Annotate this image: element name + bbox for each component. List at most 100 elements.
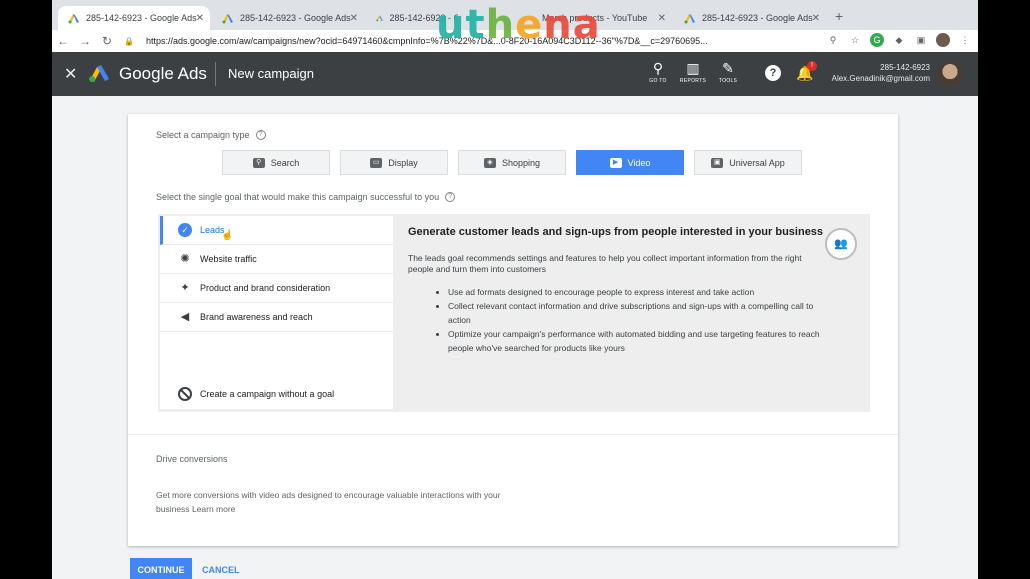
extension-green-icon[interactable]: G [870, 33, 884, 47]
close-tab-icon[interactable]: ✕ [196, 13, 204, 24]
campaign-type-label: Select a campaign type [156, 130, 250, 140]
google-ads-logo-icon [89, 65, 109, 82]
google-ads-favicon-icon [68, 14, 79, 24]
close-tab-icon[interactable]: ✕ [812, 13, 820, 24]
display-icon: ▭ [370, 157, 383, 168]
type-tab-universal-app[interactable]: ▣ Universal App [694, 150, 802, 175]
google-ads-favicon-icon [376, 15, 383, 22]
goal-item-website-traffic[interactable]: ✺ Website traffic [160, 245, 393, 274]
forward-icon[interactable]: → [74, 34, 96, 48]
people-group-icon: 👥 [825, 228, 857, 260]
check-circle-icon: ✓ [178, 223, 192, 237]
type-tab-label: Universal App [729, 157, 785, 168]
tab-title: 285-142-6923 - Google Ads [240, 13, 351, 23]
goal-detail-bullet: Collect relevant contact information and… [448, 299, 828, 327]
avatar[interactable] [938, 62, 962, 86]
tab-title: 285-142-6923 - Google Ads [702, 13, 813, 23]
lock-icon: 🔒 [124, 36, 134, 46]
goal-item-label: Website traffic [200, 254, 257, 264]
header-divider [215, 62, 216, 86]
help-circle-icon[interactable]: ? [445, 192, 456, 202]
goal-list: ✓ Leads ☝ ✺ Website traffic ✦ Product an… [160, 216, 393, 389]
shopping-tag-icon: ◈ [483, 157, 496, 168]
right-black-bar [978, 0, 1030, 579]
type-tab-video[interactable]: ▶ Video [576, 150, 684, 175]
goal-detail: Generate customer leads and sign-ups fro… [408, 226, 853, 355]
url-field[interactable]: https://ads.google.com/aw/campaigns/new?… [146, 36, 708, 46]
goal-detail-title: Generate customer leads and sign-ups fro… [408, 226, 824, 238]
goto-button[interactable]: ⚲ GO TO [642, 60, 674, 84]
goal-detail-bullet: Use ad formats designed to encourage peo… [448, 285, 828, 299]
uthena-watermark-logo: uthena [436, 2, 601, 48]
account-id: 285-142-6923 [880, 63, 930, 72]
account-info[interactable]: 285-142-6923 Alex.Genadinik@gmail.com [832, 62, 930, 84]
drive-conversions-title: Drive conversions [156, 454, 228, 464]
goal-item-label: Brand awareness and reach [200, 312, 313, 322]
reports-label: REPORTS [679, 78, 707, 84]
hand-cursor-icon: ☝ [221, 230, 234, 241]
tab-title: 285-142-6923 - Google Ads [86, 13, 197, 23]
wrench-icon: ✎ [722, 60, 734, 76]
learn-more-link[interactable]: Learn more [192, 504, 235, 514]
goal-item-product-brand-consideration[interactable]: ✦ Product and brand consideration [160, 274, 393, 303]
section-divider [128, 434, 898, 435]
type-tab-search[interactable]: ⚲ Search [222, 150, 330, 175]
goal-detail-bullet: Optimize your campaign's performance wit… [448, 327, 828, 355]
extension-gray-icon[interactable]: ▣ [914, 33, 928, 47]
continue-button[interactable]: CONTINUE [130, 558, 192, 579]
watermark-letter: h [485, 2, 516, 48]
page-title: New campaign [228, 66, 314, 81]
type-tab-shopping[interactable]: ◈ Shopping [458, 150, 566, 175]
goal-label: Select the single goal that would make t… [156, 192, 440, 202]
brand-name: Google Ads [119, 64, 207, 83]
type-tab-label: Search [270, 157, 300, 168]
browser-tab[interactable]: 285-142-6923 - Google Ads ✕ [58, 6, 210, 30]
type-tab-label: Shopping [501, 157, 541, 168]
browser-tab[interactable]: 285-142-6923 - Google Ads ✕ [674, 6, 826, 30]
goal-heading: Select the single goal that would make t… [156, 192, 456, 202]
goal-item-leads[interactable]: ✓ Leads ☝ [160, 216, 393, 245]
no-goal-option[interactable]: Create a campaign without a goal [160, 379, 393, 409]
goal-detail-bullets: Use ad formats designed to encourage peo… [408, 285, 828, 355]
extension-drop-icon[interactable]: ◆ [892, 33, 906, 47]
reports-button[interactable]: ▥ REPORTS [677, 60, 709, 84]
zoom-icon[interactable]: ⚲ [826, 33, 840, 47]
type-tab-label: Video [627, 157, 651, 168]
video-camera-icon: ▶ [609, 157, 622, 168]
reports-icon: ▥ [686, 60, 700, 76]
drive-conversions-description: Get more conversions with video ads desi… [156, 488, 526, 516]
new-tab-button[interactable]: + [835, 8, 843, 24]
reload-icon[interactable]: ↻ [96, 34, 118, 48]
bookmark-star-icon[interactable]: ☆ [848, 33, 862, 47]
close-tab-icon[interactable]: ✕ [350, 13, 358, 24]
google-ads-favicon-icon [222, 14, 233, 24]
app-icon: ▣ [711, 157, 724, 168]
tools-button[interactable]: ✎ TOOLS [712, 60, 744, 84]
goal-item-label: Product and brand consideration [200, 283, 331, 293]
watermark-letter: u [436, 2, 466, 48]
back-icon[interactable]: ← [52, 34, 74, 48]
cancel-button[interactable]: CANCEL [198, 558, 244, 579]
tools-label: TOOLS [718, 78, 738, 84]
goto-label: GO TO [649, 78, 667, 84]
sparkle-click-icon: ✺ [180, 253, 190, 265]
profile-icon[interactable] [936, 33, 950, 47]
watermark-letter: n [543, 2, 573, 48]
watermark-letter: t [465, 2, 486, 48]
search-icon: ⚲ [252, 157, 265, 168]
no-goal-label: Create a campaign without a goal [200, 389, 335, 399]
goal-detail-description: The leads goal recommends settings and f… [408, 253, 802, 274]
type-tab-label: Display [388, 157, 418, 168]
google-ads-favicon-icon [684, 14, 695, 24]
goal-item-brand-awareness[interactable]: ◀ Brand awareness and reach [160, 303, 393, 332]
type-tab-display[interactable]: ▭ Display [340, 150, 448, 175]
browser-tab[interactable]: 285-142-6923 - Google Ads ✕ [212, 6, 364, 30]
browser-window: 285-142-6923 - Google Ads ✕ 285-142-6923… [52, 0, 978, 579]
help-icon[interactable]: ? [765, 65, 781, 81]
help-circle-icon[interactable]: ? [255, 130, 266, 140]
close-tab-icon[interactable]: ✕ [658, 13, 666, 24]
menu-dots-icon[interactable]: ⋮ [958, 33, 972, 47]
watermark-letter: e [515, 2, 544, 48]
notification-badge: ! [807, 61, 817, 71]
close-icon[interactable]: ✕ [64, 64, 77, 84]
